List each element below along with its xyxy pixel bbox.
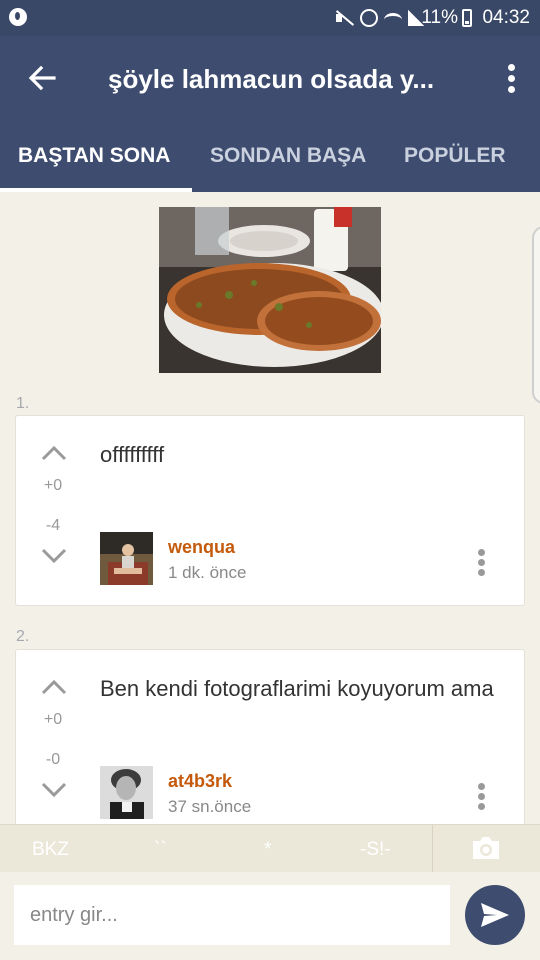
avatar[interactable] bbox=[100, 766, 153, 819]
more-vertical-icon[interactable] bbox=[478, 549, 486, 579]
send-button[interactable] bbox=[465, 885, 525, 945]
entry-text: Ben kendi fotograflarimi koyuyorum ama bbox=[100, 676, 494, 701]
spoiler-button[interactable]: -S!- bbox=[360, 839, 391, 861]
tab-bar: BAŞTAN SONA SONDAN BAŞA POPÜLER bbox=[0, 122, 540, 192]
upvote-count: +0 bbox=[43, 711, 63, 728]
send-icon bbox=[481, 903, 509, 927]
back-arrow-icon[interactable] bbox=[26, 62, 58, 94]
music-note-icon bbox=[9, 8, 27, 26]
downvote-chevron-icon[interactable] bbox=[40, 547, 68, 565]
compose-bar bbox=[0, 872, 540, 960]
entry-input[interactable] bbox=[14, 885, 450, 945]
page-title: şöyle lahmacun olsada y... bbox=[108, 64, 435, 94]
upvote-count: +0 bbox=[43, 477, 63, 494]
upvote-chevron-icon[interactable] bbox=[40, 678, 68, 696]
author-name[interactable]: at4b3rk bbox=[168, 771, 232, 792]
entry-number: 1. bbox=[16, 395, 30, 412]
scroll-handle[interactable] bbox=[532, 226, 540, 404]
entry-time: 1 dk. önce bbox=[168, 563, 247, 582]
entry-text: offfffffff bbox=[100, 442, 165, 467]
wifi-icon bbox=[384, 13, 402, 27]
downvote-count: -0 bbox=[45, 751, 61, 768]
app-bar: şöyle lahmacun olsada y... bbox=[0, 36, 540, 122]
author-name[interactable]: wenqua bbox=[168, 537, 235, 558]
mute-icon bbox=[334, 8, 354, 28]
alarm-icon bbox=[360, 9, 378, 27]
upvote-chevron-icon[interactable] bbox=[40, 444, 68, 462]
downvote-count: -4 bbox=[45, 517, 61, 534]
entry-card: +0 -4 offfffffff wenqua 1 dk. önce bbox=[15, 415, 525, 606]
post-image[interactable] bbox=[159, 207, 381, 373]
star-button[interactable]: * bbox=[264, 839, 271, 861]
bkz-button[interactable]: BKZ bbox=[32, 839, 69, 861]
toolbar-divider bbox=[432, 825, 433, 873]
backtick-button[interactable]: `` bbox=[154, 839, 167, 861]
camera-icon[interactable] bbox=[470, 835, 502, 861]
battery-percent: 11% bbox=[421, 7, 458, 28]
entry-card: +0 -0 Ben kendi fotograflarimi koyuyorum… bbox=[15, 649, 525, 824]
overflow-menu-icon[interactable] bbox=[508, 64, 516, 94]
status-bar: 11% 04:32 bbox=[0, 0, 540, 36]
status-time: 04:32 bbox=[482, 7, 530, 28]
tab-populer[interactable]: POPÜLER bbox=[404, 144, 506, 168]
battery-icon bbox=[462, 9, 472, 27]
entry-number: 2. bbox=[16, 628, 30, 645]
more-vertical-icon[interactable] bbox=[478, 783, 486, 813]
format-toolbar: BKZ `` * -S!- bbox=[0, 824, 540, 873]
tab-sondan-basa[interactable]: SONDAN BAŞA bbox=[210, 144, 366, 168]
avatar[interactable] bbox=[100, 532, 153, 585]
entry-time: 37 sn.önce bbox=[168, 797, 252, 816]
tab-bastan-sona[interactable]: BAŞTAN SONA bbox=[18, 144, 170, 168]
entry-list[interactable]: 1. +0 -4 offfffffff wenqua 1 dk. önce 2.… bbox=[0, 192, 540, 824]
downvote-chevron-icon[interactable] bbox=[40, 781, 68, 799]
